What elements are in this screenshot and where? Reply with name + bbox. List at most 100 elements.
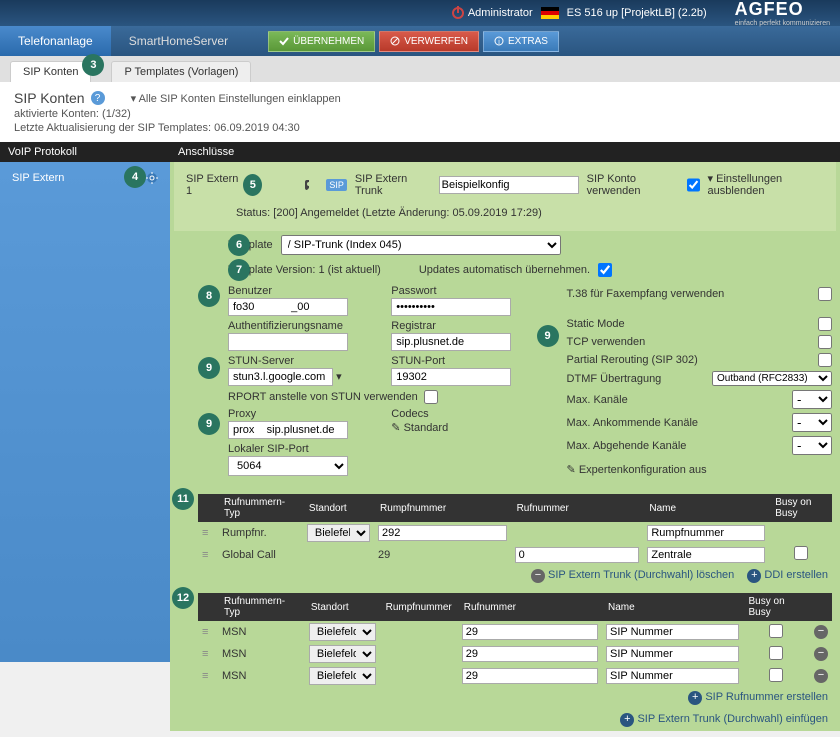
table-row: ≡ MSN Bielefeld − [198,643,832,665]
remove-row-icon[interactable]: − [814,625,828,639]
navbar: Telefonanlage SmartHomeServer ÜBERNEHMEN… [0,26,840,56]
template-select[interactable]: / SIP-Trunk (Index 045) [281,235,561,255]
max-out-label: Max. Abgehende Kanäle [567,440,687,452]
auto-update-checkbox[interactable] [598,263,612,277]
t38-checkbox[interactable] [818,287,832,301]
max-out-select[interactable]: - [792,436,832,455]
remove-row-icon[interactable]: − [814,669,828,683]
expert-link[interactable]: Expertenkonfiguration aus [579,464,707,476]
delete-trunk-link[interactable]: − SIP Extern Trunk (Durchwahl) löschen [531,569,734,581]
badge-6: 6 [228,234,250,256]
dropdown-icon[interactable]: ▾ [336,371,342,383]
partial-checkbox[interactable] [818,353,832,367]
help-icon[interactable]: ? [91,91,105,105]
rump-input[interactable] [378,525,507,541]
badge-9b: 9 [198,413,220,435]
codecs-label: Codecs [391,408,546,420]
pass-input[interactable] [391,298,511,316]
rport-checkbox[interactable] [424,390,438,404]
tab-templates[interactable]: P Templates (Vorlagen) [111,61,251,82]
tcp-checkbox[interactable] [818,335,832,349]
col-header-protocol: VoIP Protokoll [0,142,170,162]
pencil-icon[interactable]: ✎ [567,464,576,476]
partial-label: Partial Rerouting (SIP 302) [567,354,698,366]
collapse-all-link[interactable]: ▾ Alle SIP Konten Einstellungen einklapp… [131,92,341,105]
loc-select[interactable]: Bielefeld [309,623,376,641]
tabs-bar: SIP Konten 3 P Templates (Vorlagen) [0,56,840,82]
use-account-checkbox[interactable] [687,178,700,192]
sidebar-item-sip-extern[interactable]: SIP Extern 4 [6,168,164,188]
trunk-status: Status: [200] Angemeldet (Letzte Änderun… [178,203,832,227]
nav-smarthome[interactable]: SmartHomeServer [111,26,246,56]
trunk-header: SIP Extern 1 5 SIP SIP Extern Trunk SIP … [178,166,832,203]
max-ch-select[interactable]: - [792,390,832,409]
numbers-table-1: Rufnummern-Typ Standort Rumpfnummer Rufn… [198,494,832,565]
drag-icon[interactable]: ≡ [202,648,208,660]
last-update: Letzte Aktualisierung der SIP Templates:… [14,122,826,134]
proxy-input[interactable] [228,421,348,439]
header-area: SIP Konten ? ▾ Alle SIP Konten Einstellu… [0,82,840,142]
auth-input[interactable] [228,333,348,351]
busy-checkbox[interactable] [769,668,783,682]
pencil-icon[interactable]: ✎ [391,422,400,434]
badge-9a: 9 [198,357,220,379]
use-account-label: SIP Konto verwenden [587,173,679,197]
add-ddi-link[interactable]: + DDI erstellen [747,569,828,581]
connections-panel: SIP Extern 1 5 SIP SIP Extern Trunk SIP … [170,162,840,731]
loc-select[interactable]: Bielefeld [309,645,376,663]
add-sip-number-link[interactable]: + SIP Rufnummer erstellen [688,691,828,703]
loc-select[interactable]: Bielefeld [307,524,370,542]
tcp-label: TCP verwenden [567,336,646,348]
plus-icon: + [620,713,634,727]
extras-button[interactable]: i EXTRAS [483,31,559,52]
table-row: ≡ Rumpfnr. Bielefeld [198,522,832,544]
ruf-input[interactable] [515,547,640,563]
table-row: ≡ Global Call 29 [198,544,832,565]
minus-icon: − [531,569,545,583]
discard-button[interactable]: VERWERFEN [379,31,479,52]
auto-update-label: Updates automatisch übernehmen. [419,264,590,276]
name-input[interactable] [647,525,765,541]
dtmf-select[interactable]: Outband (RFC2833) [712,371,832,386]
user-input[interactable] [228,298,348,316]
lang-flag[interactable] [541,7,559,19]
name-input[interactable] [647,547,765,563]
static-label: Static Mode [567,318,625,330]
max-in-select[interactable]: - [792,413,832,432]
registrar-input[interactable] [391,333,511,351]
table-row: ≡ MSN Bielefeld − [198,621,832,643]
t38-label: T.38 für Faxempfang verwenden [567,288,725,300]
apply-button[interactable]: ÜBERNEHMEN [268,31,375,52]
static-checkbox[interactable] [818,317,832,331]
gear-icon[interactable] [146,172,158,184]
admin-indicator[interactable]: Administrator [452,7,533,19]
stun-port-label: STUN-Port [391,355,546,367]
loc-select[interactable]: Bielefeld [309,667,376,685]
drag-icon[interactable]: ≡ [202,626,208,638]
drag-icon[interactable]: ≡ [202,549,208,561]
add-trunk-link[interactable]: + SIP Extern Trunk (Durchwahl) einfügen [620,713,828,725]
drag-icon[interactable]: ≡ [202,670,208,682]
busy-checkbox[interactable] [794,546,808,560]
stun-label: STUN-Server [228,355,383,367]
remove-row-icon[interactable]: − [814,647,828,661]
name-input[interactable] [606,668,739,684]
trunk-name-input[interactable] [439,176,579,194]
tab-sip-konten[interactable]: SIP Konten 3 [10,61,91,82]
local-port-select[interactable]: 5064 [228,456,348,476]
device-label: ES 516 up [ProjektLB] (2.2b) [567,7,707,19]
registrar-label: Registrar [391,320,546,332]
busy-checkbox[interactable] [769,624,783,638]
stun-input[interactable] [228,368,333,386]
badge-4: 4 [124,166,146,188]
name-input[interactable] [606,646,739,662]
stun-port-input[interactable] [391,368,511,386]
ruf-input[interactable] [462,668,598,684]
drag-icon[interactable]: ≡ [202,527,208,539]
badge-7: 7 [228,259,250,281]
nav-telefonanlage[interactable]: Telefonanlage [0,26,111,56]
circle-slash-icon [390,36,400,46]
busy-checkbox[interactable] [769,646,783,660]
ruf-input[interactable] [462,646,598,662]
hide-settings-link[interactable]: ▾ Einstellungen ausblenden [708,172,824,197]
